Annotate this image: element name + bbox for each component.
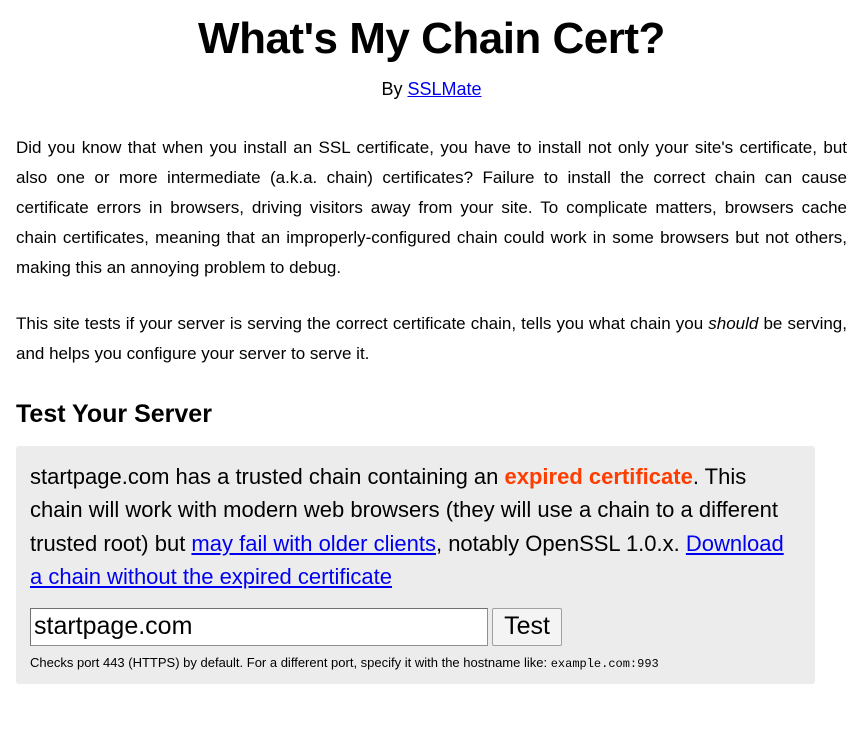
byline: By SSLMate bbox=[16, 79, 847, 100]
sslmate-link[interactable]: SSLMate bbox=[407, 79, 481, 99]
intro-paragraph-1: Did you know that when you install an SS… bbox=[16, 137, 847, 277]
may-fail-older-clients-link[interactable]: may fail with older clients bbox=[191, 531, 436, 556]
test-result-message: startpage.com has a trusted chain contai… bbox=[30, 460, 801, 594]
intro-paragraph-2: This site tests if your server is servin… bbox=[16, 309, 847, 369]
port-hint: Checks port 443 (HTTPS) by default. For … bbox=[30, 655, 801, 673]
port-hint-example: example.com:993 bbox=[550, 656, 659, 671]
byline-prefix: By bbox=[381, 78, 408, 99]
section-heading-test-your-server: Test Your Server bbox=[16, 399, 212, 428]
expired-certificate-alert: expired certificate bbox=[504, 463, 693, 489]
page-container: What's My Chain Cert? By SSLMate Did you… bbox=[0, 14, 863, 685]
port-hint-text: Checks port 443 (HTTPS) by default. For … bbox=[30, 654, 551, 670]
page-title: What's My Chain Cert? bbox=[198, 14, 665, 63]
test-submit-button[interactable]: Test bbox=[492, 607, 562, 646]
intro-paragraph-2-part1: This site tests if your server is servin… bbox=[16, 313, 709, 333]
test-form: Test bbox=[30, 607, 801, 646]
test-result-box: startpage.com has a trusted chain contai… bbox=[16, 445, 815, 685]
hostname-input[interactable] bbox=[30, 607, 488, 646]
intro-paragraph-2-emphasis: should bbox=[708, 313, 759, 333]
result-text-part3: , notably OpenSSL 1.0.x. bbox=[435, 530, 686, 556]
result-text-part1: startpage.com has a trusted chain contai… bbox=[30, 463, 505, 489]
